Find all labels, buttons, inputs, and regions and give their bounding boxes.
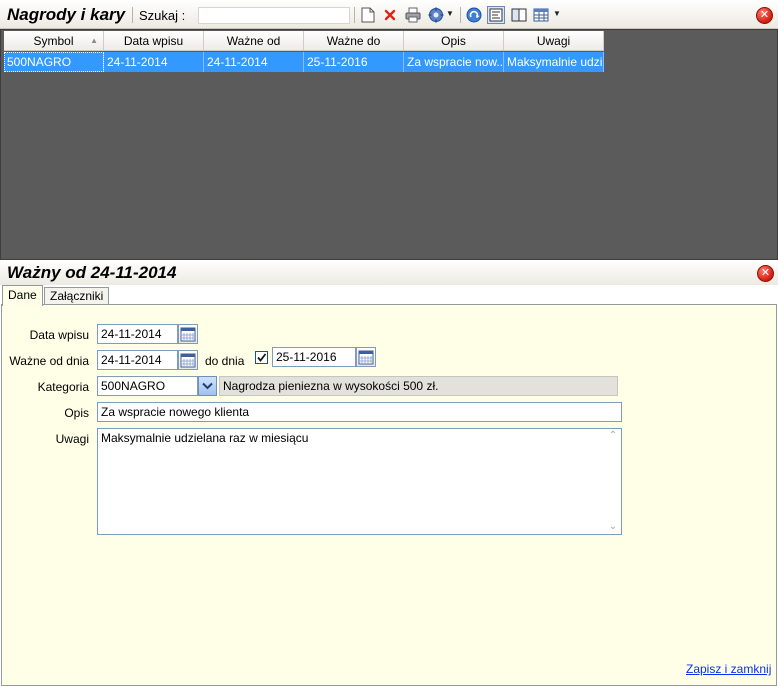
scroll-up-icon[interactable]: ⌃ xyxy=(607,431,619,441)
kategoria-description: Nagrodza pieniezna w wysokości 500 zł. xyxy=(219,376,618,396)
filter-view-icon[interactable] xyxy=(487,6,505,24)
wazne-od-field[interactable]: 24-11-2014 xyxy=(97,350,178,370)
kategoria-label: Kategoria xyxy=(37,380,89,394)
table-row[interactable]: 500NAGRO 24-11-2014 24-11-2014 25-11-201… xyxy=(4,52,604,72)
data-wpisu-field[interactable]: 24-11-2014 xyxy=(97,324,178,344)
wazne-od-label: Ważne od dnia xyxy=(9,354,89,368)
scroll-down-icon[interactable]: ⌄ xyxy=(607,522,619,532)
column-header-data-wpisu[interactable]: Data wpisu xyxy=(104,31,204,51)
uwagi-label: Uwagi xyxy=(55,432,89,446)
refresh-icon[interactable] xyxy=(465,6,483,24)
column-header-opis[interactable]: Opis xyxy=(404,31,504,51)
do-dnia-checkbox[interactable] xyxy=(255,351,268,364)
opis-label: Opis xyxy=(64,406,89,420)
opis-field[interactable]: Za wspracie nowego klienta xyxy=(97,402,622,422)
grid-header: Symbol ▲ Data wpisu Ważne od Ważne do Op… xyxy=(4,31,604,51)
table-cell[interactable]: 500NAGRO xyxy=(4,52,104,72)
tab-strip: Dane Załączniki xyxy=(0,285,778,306)
settings-gear-icon[interactable] xyxy=(427,6,445,24)
sort-ascending-icon: ▲ xyxy=(90,36,98,45)
delete-icon[interactable] xyxy=(381,6,399,24)
toolbar-separator xyxy=(460,7,461,23)
search-label: Szukaj : xyxy=(139,8,186,23)
kategoria-symbol-field[interactable]: 500NAGRO xyxy=(97,376,198,396)
calendar-icon[interactable] xyxy=(178,324,198,344)
page-title: Nagrody i kary xyxy=(7,5,126,24)
table-view-icon[interactable] xyxy=(532,6,550,24)
table-cell[interactable]: 24-11-2014 xyxy=(204,52,304,72)
calendar-icon[interactable] xyxy=(178,350,198,370)
detail-header: Ważny od 24-11-2014 ✕ xyxy=(0,260,778,285)
detail-title: Ważny od 24-11-2014 xyxy=(7,263,177,282)
column-header-wazne-do[interactable]: Ważne do xyxy=(304,31,404,51)
kategoria-dropdown-button[interactable] xyxy=(198,376,217,396)
table-cell[interactable]: Za wspracie now... xyxy=(404,52,504,72)
table-cell[interactable]: Maksymalnie udzi... xyxy=(504,52,604,72)
main-toolbar: Nagrody i kary Szukaj : ▼ ▼ ✕ xyxy=(0,0,778,29)
close-icon[interactable]: ✕ xyxy=(757,265,774,282)
columns-icon[interactable] xyxy=(510,6,528,24)
table-cell[interactable]: 25-11-2016 xyxy=(304,52,404,72)
print-icon[interactable] xyxy=(404,6,422,24)
uwagi-text: Maksymalnie udzielana raz w miesiącu xyxy=(101,431,309,445)
table-cell[interactable]: 24-11-2014 xyxy=(104,52,204,72)
chevron-down-icon[interactable]: ▼ xyxy=(446,8,454,20)
toolbar-separator xyxy=(354,7,355,23)
column-header-symbol[interactable]: Symbol ▲ xyxy=(4,31,104,51)
new-document-icon[interactable] xyxy=(359,6,377,24)
close-icon[interactable]: ✕ xyxy=(756,7,773,24)
uwagi-textarea[interactable]: Maksymalnie udzielana raz w miesiącu ⌃ ⌄ xyxy=(97,428,622,535)
column-header-wazne-od[interactable]: Ważne od xyxy=(204,31,304,51)
toolbar-separator xyxy=(132,7,133,23)
form-panel: Data wpisu 24-11-2014 Ważne od dnia 24-1… xyxy=(1,304,777,686)
search-input[interactable] xyxy=(198,7,350,24)
tab-dane[interactable]: Dane xyxy=(2,285,43,306)
save-and-close-link[interactable]: Zapisz i zamknij xyxy=(686,662,771,676)
do-dnia-label: do dnia xyxy=(205,354,245,368)
data-wpisu-label: Data wpisu xyxy=(29,328,89,342)
do-dnia-field[interactable]: 25-11-2016 xyxy=(272,347,356,367)
column-header-uwagi[interactable]: Uwagi xyxy=(504,31,604,51)
calendar-icon[interactable] xyxy=(356,347,376,367)
chevron-down-icon[interactable]: ▼ xyxy=(553,8,561,20)
records-grid: Symbol ▲ Data wpisu Ważne od Ważne do Op… xyxy=(0,29,778,260)
